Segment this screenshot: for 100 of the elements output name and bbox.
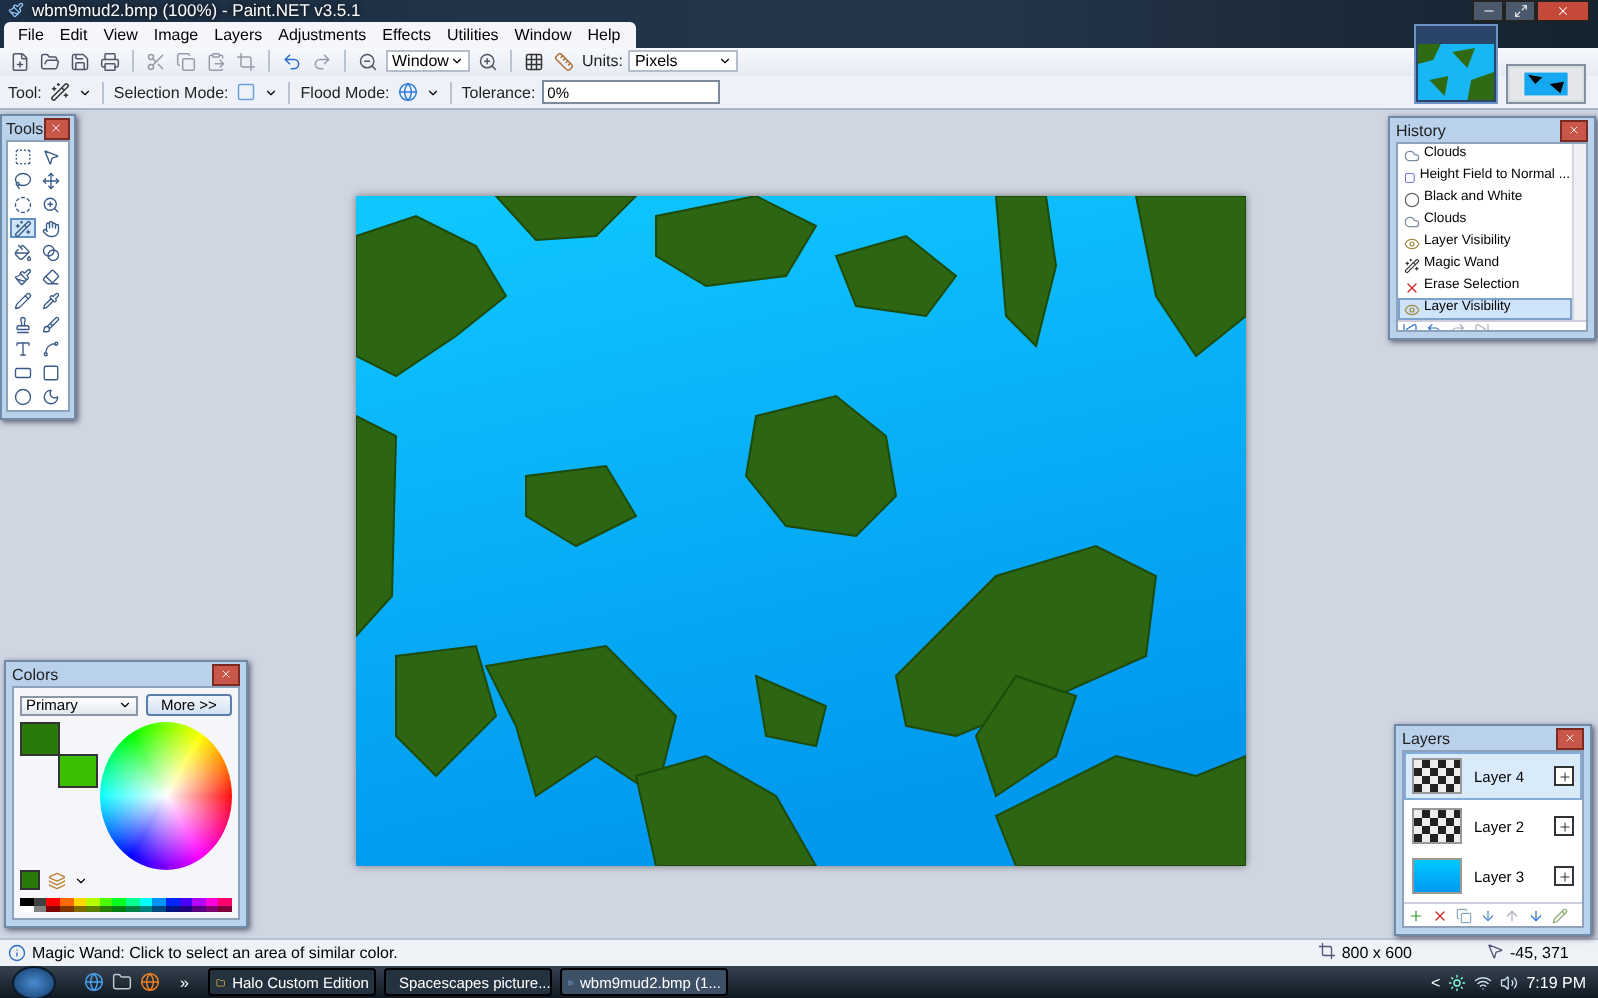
cut-icon[interactable] [146, 51, 166, 72]
square-icon [1404, 169, 1416, 185]
menu-item[interactable]: File [10, 25, 52, 44]
caret-icon[interactable] [718, 54, 733, 69]
tool-button[interactable] [10, 362, 36, 382]
menu-item[interactable]: Adjustments [270, 25, 375, 44]
tool-button[interactable] [38, 314, 64, 334]
folder-icon[interactable] [112, 972, 132, 992]
palette-drawing[interactable] [20, 898, 232, 912]
restore-icon [1513, 4, 1527, 18]
tool-button[interactable] [10, 218, 36, 238]
close-button[interactable] [43, 117, 70, 139]
tool-button[interactable] [38, 194, 64, 214]
tool-button[interactable] [38, 146, 64, 166]
pencil-icon [14, 291, 32, 309]
tool-button[interactable] [38, 362, 64, 382]
image-thumbnail[interactable] [1414, 24, 1498, 104]
layer-thumbnail [1412, 758, 1462, 794]
caret-icon[interactable] [425, 85, 440, 100]
window-title: wbm9mud2.bmp (100%) - Paint.NET v3.5.1 [32, 0, 361, 21]
tool-button[interactable] [10, 146, 36, 166]
tool-button[interactable] [38, 242, 64, 262]
ruler-icon[interactable] [554, 51, 574, 72]
caret-icon[interactable] [264, 85, 279, 100]
tool-button[interactable] [38, 170, 64, 190]
zoom-out-icon[interactable] [358, 51, 378, 72]
close-button[interactable] [1560, 119, 1588, 141]
color-swatch[interactable] [20, 870, 40, 890]
caret-icon[interactable] [450, 54, 464, 69]
menu-item[interactable]: Layers [206, 25, 271, 44]
flood-mode-label: Flood Mode: [300, 83, 390, 102]
tool-button[interactable] [38, 338, 64, 358]
globe-icon[interactable] [84, 972, 104, 992]
close-button[interactable] [1536, 0, 1590, 22]
secondary-color-swatch[interactable] [58, 754, 98, 788]
menu-item[interactable]: Window [506, 25, 580, 44]
restore-button[interactable] [1504, 0, 1536, 22]
tool-button[interactable] [10, 170, 36, 190]
palette-icon[interactable] [48, 871, 66, 889]
zoom-in-icon[interactable] [478, 51, 498, 72]
gradient-icon [42, 243, 60, 261]
image-thumbnail[interactable] [1506, 64, 1586, 104]
globe-icon[interactable] [397, 82, 418, 103]
visibility-checkbox[interactable] [1554, 866, 1574, 886]
caret-icon[interactable] [77, 85, 92, 100]
copy-icon[interactable] [176, 51, 196, 72]
paste-icon[interactable] [206, 51, 226, 72]
tool-button[interactable] [10, 314, 36, 334]
units-dropdown[interactable]: Pixels [628, 50, 739, 73]
menu-item[interactable]: View [95, 25, 146, 44]
rectangle-select-icon [14, 147, 32, 165]
check-icon [1557, 819, 1571, 833]
tool-button[interactable] [10, 386, 36, 406]
visibility-checkbox[interactable] [1554, 816, 1574, 836]
menu-item[interactable]: Utilities [438, 25, 507, 44]
paint-bucket-icon [14, 243, 32, 261]
close-button[interactable] [212, 663, 240, 685]
magic-wand-icon[interactable] [49, 82, 70, 103]
menu-item[interactable]: Edit [51, 25, 96, 44]
close-button[interactable] [1556, 727, 1584, 749]
brush-icon [42, 315, 60, 333]
close-icon [1556, 4, 1570, 18]
menu-item[interactable]: Image [145, 25, 207, 44]
delete-icon[interactable] [1432, 907, 1448, 923]
zoom-dropdown[interactable]: Window [386, 50, 470, 73]
menu-item[interactable]: Effects [374, 25, 439, 44]
move-icon [42, 171, 60, 189]
save-icon[interactable] [70, 51, 90, 72]
scrollbar[interactable] [1572, 144, 1586, 320]
cursor-position: -45, 371 [1510, 944, 1571, 962]
tool-button[interactable] [38, 386, 64, 406]
start-button[interactable] [12, 965, 56, 998]
primary-color-swatch[interactable] [20, 722, 60, 756]
tool-button[interactable] [38, 266, 64, 286]
eye-icon [1404, 235, 1420, 251]
tool-button[interactable] [10, 266, 36, 286]
circle-icon [1404, 191, 1420, 207]
tool-button[interactable] [38, 290, 64, 310]
tray-chevron[interactable]: < [1431, 973, 1441, 991]
move-down-icon[interactable] [1528, 907, 1544, 923]
tool-button[interactable] [10, 242, 36, 262]
new-file-icon[interactable] [10, 51, 30, 72]
tool-button[interactable] [38, 218, 64, 238]
overflow-chevron[interactable]: » [180, 973, 189, 991]
visibility-checkbox[interactable] [1554, 766, 1574, 786]
caret-icon[interactable] [117, 698, 132, 712]
tool-button[interactable] [10, 338, 36, 358]
menu-item[interactable]: Help [579, 25, 629, 44]
grid-icon[interactable] [524, 51, 544, 72]
eraser-icon [42, 267, 60, 285]
rectangle-icon [14, 363, 32, 381]
open-folder-icon[interactable] [40, 51, 60, 72]
tool-button[interactable] [10, 290, 36, 310]
globe-icon[interactable] [140, 972, 160, 992]
tool-button[interactable] [10, 194, 36, 214]
properties-icon[interactable] [1552, 907, 1568, 923]
minimize-button[interactable] [1472, 0, 1504, 22]
close-icon [220, 668, 232, 680]
caret-icon[interactable] [74, 873, 88, 887]
print-icon[interactable] [100, 51, 120, 72]
